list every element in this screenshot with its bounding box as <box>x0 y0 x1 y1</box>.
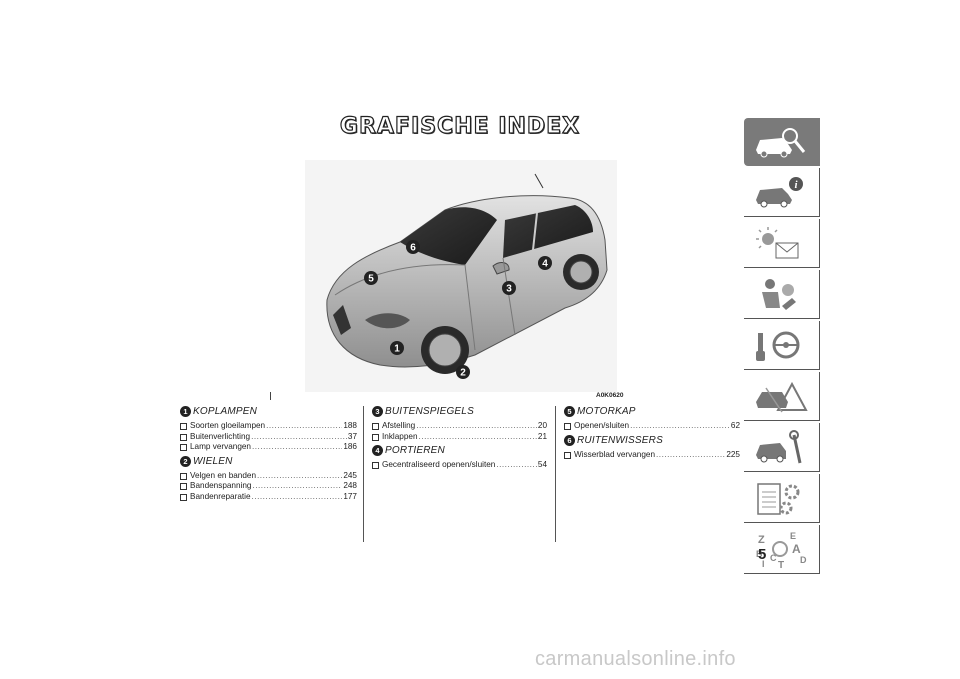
svg-text:A: A <box>792 542 801 556</box>
svg-text:5: 5 <box>368 274 374 285</box>
index-entry[interactable]: Openen/sluiten62 <box>564 421 740 432</box>
tab-starting-driving[interactable] <box>744 321 820 370</box>
figure-code: A0K0620 <box>596 392 624 399</box>
tab-safety[interactable] <box>744 270 820 319</box>
index-entry[interactable]: Velgen en banden245 <box>180 471 357 482</box>
column-divider <box>555 406 556 542</box>
index-column-1: 1KOPLAMPEN Soorten gloeilampen188 Buiten… <box>180 403 357 502</box>
checkbox-bullet-icon <box>180 472 187 480</box>
index-column-3: 5MOTORKAP Openen/sluiten62 6RUITENWISSER… <box>564 403 740 460</box>
section-number: 3 <box>372 406 383 417</box>
index-entry[interactable]: Wisserblad vervangen225 <box>564 450 740 461</box>
tab-maintenance[interactable] <box>744 423 820 472</box>
index-entry[interactable]: Gecentraliseerd openen/sluiten54 <box>372 460 547 471</box>
car-illustration: 1 2 3 4 5 6 <box>305 160 617 392</box>
tab-car-info[interactable]: i <box>744 168 820 217</box>
svg-text:1: 1 <box>394 344 400 355</box>
callout-3: 3 <box>502 281 516 295</box>
column-divider <box>363 406 364 542</box>
svg-text:2: 2 <box>460 368 466 379</box>
tab-graphic-index[interactable] <box>744 118 820 166</box>
checkbox-bullet-icon <box>180 433 187 441</box>
checkbox-bullet-icon <box>180 483 187 490</box>
checkbox-bullet-icon <box>372 462 379 469</box>
checkbox-bullet-icon <box>564 423 571 430</box>
seat-person-airbag-icon <box>762 279 796 310</box>
callout-6: 6 <box>406 240 420 254</box>
index-column-2: 3BUITENSPIEGELS Afstelling20 Inklappen21… <box>372 403 547 471</box>
svg-text:4: 4 <box>542 259 548 270</box>
section-number: 4 <box>372 445 383 456</box>
svg-text:E: E <box>790 531 796 541</box>
svg-text:3: 3 <box>506 284 512 295</box>
checkbox-bullet-icon <box>180 493 187 501</box>
section-title: RUITENWISSERS <box>577 434 663 446</box>
section-buitenspiegels: 3BUITENSPIEGELS Afstelling20 Inklappen21 <box>372 406 547 442</box>
car-info-icon: i <box>756 177 803 208</box>
section-portieren: 4 PORTIEREN Gecentraliseerd openen/sluite… <box>372 445 547 471</box>
index-entry[interactable]: Buitenverlichting37 <box>180 432 357 443</box>
checkbox-bullet-icon <box>564 451 571 459</box>
callout-1: 1 <box>390 341 404 355</box>
svg-text:Z: Z <box>758 534 765 546</box>
callout-2: 2 <box>456 365 470 379</box>
watermark: carmanualsonline.info <box>535 648 736 670</box>
index-entry[interactable]: Soorten gloeilampen188 <box>180 421 357 432</box>
section-number: 2 <box>180 455 191 467</box>
section-title: BUITENSPIEGELS <box>385 406 474 417</box>
section-number: 5 <box>564 406 575 417</box>
car-magnifier-icon <box>756 128 806 158</box>
car-warning-triangle-icon <box>756 381 808 413</box>
checkbox-bullet-icon <box>372 433 379 441</box>
svg-text:6: 6 <box>410 243 416 254</box>
index-entry[interactable]: Bandenspanning248 <box>180 481 357 492</box>
warning-light-envelope-icon <box>756 227 799 259</box>
index-entry[interactable]: Afstelling20 <box>372 421 547 432</box>
section-title: KOPLAMPEN <box>193 406 258 417</box>
checkbox-bullet-icon <box>180 423 187 430</box>
section-title: WIELEN <box>193 455 233 467</box>
key-steering-wheel-icon <box>756 331 800 361</box>
section-motorkap: 5MOTORKAP Openen/sluiten62 <box>564 406 740 432</box>
document-gears-icon <box>757 483 800 515</box>
page-number: 5 <box>758 546 767 563</box>
car-drawing: 1 2 3 4 5 6 <box>305 160 617 392</box>
section-wielen: 2WIELEN Velgen en banden245 Bandenspanni… <box>180 455 357 503</box>
car-wrench-icon <box>756 430 802 464</box>
tab-warning-lights[interactable] <box>744 219 820 268</box>
callout-5: 5 <box>364 271 378 285</box>
section-number: 6 <box>564 434 575 446</box>
figure-tick <box>270 392 271 400</box>
index-entry[interactable]: Inklappen21 <box>372 432 547 443</box>
section-koplampen: 1KOPLAMPEN Soorten gloeilampen188 Buiten… <box>180 406 357 453</box>
section-ruitenwissers: 6RUITENWISSERS Wisserblad vervangen225 <box>564 434 740 461</box>
section-number: 1 <box>180 406 191 417</box>
tab-emergency[interactable] <box>744 372 820 421</box>
checkbox-bullet-icon <box>372 423 379 430</box>
chapter-tabs: i Z E A B C I T D <box>744 118 820 576</box>
index-entry[interactable]: Bandenreparatie177 <box>180 492 357 503</box>
svg-text:D: D <box>800 555 807 565</box>
checkbox-bullet-icon <box>180 444 187 451</box>
svg-text:T: T <box>778 560 784 569</box>
index-entry[interactable]: Lamp vervangen186 <box>180 442 357 453</box>
section-title: MOTORKAP <box>577 406 636 417</box>
section-title: PORTIEREN <box>385 445 445 456</box>
callout-4: 4 <box>538 256 552 270</box>
tab-alphabetical-index[interactable]: Z E A B C I T D <box>744 525 820 574</box>
tab-technical-data[interactable] <box>744 474 820 523</box>
